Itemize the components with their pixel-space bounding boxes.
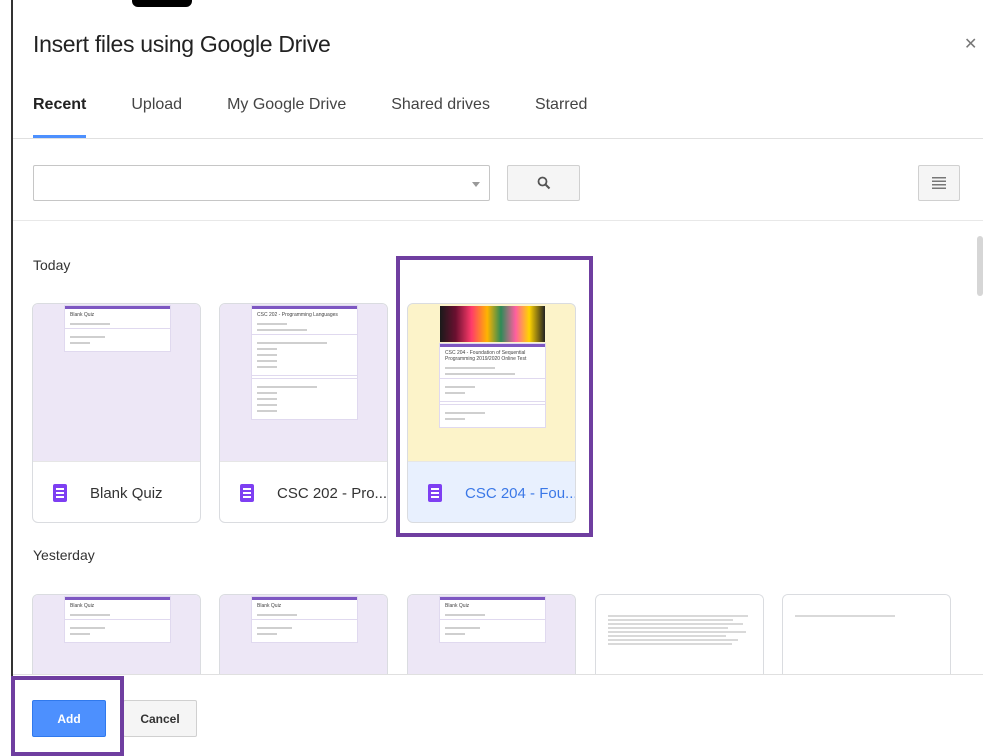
file-thumbnail xyxy=(783,595,950,674)
thumbnail-form-preview: Blank Quiz xyxy=(252,597,357,642)
tab-shared-drives[interactable]: Shared drives xyxy=(391,90,490,138)
file-thumbnail: CSC 204 - Foundation of Sequential Progr… xyxy=(408,304,575,461)
thumbnail-sheet-preview xyxy=(608,613,753,647)
file-card-footer: Blank Quiz xyxy=(33,461,200,522)
search-input[interactable] xyxy=(34,166,464,200)
thumbnail-header-image xyxy=(440,306,545,342)
left-edge-rule xyxy=(11,0,13,756)
file-name: Blank Quiz xyxy=(90,484,163,502)
thumbnail-title: Blank Quiz xyxy=(70,312,95,318)
file-thumbnail: Blank Quiz xyxy=(220,595,387,674)
thumbnail-title: Blank Quiz xyxy=(445,603,470,609)
thumbnail-form-preview: Blank Quiz xyxy=(65,306,170,351)
thumbnail-title: CSC 202 - Programming Languages xyxy=(257,312,338,318)
file-thumbnail xyxy=(596,595,763,674)
section-label-yesterday: Yesterday xyxy=(33,547,95,563)
thumbnail-title: Blank Quiz xyxy=(70,603,95,609)
dialog-title: Insert files using Google Drive xyxy=(33,31,331,57)
tabs-divider xyxy=(13,138,983,139)
search-box xyxy=(33,165,490,201)
tab-bar: Recent Upload My Google Drive Shared dri… xyxy=(33,90,632,138)
tab-starred[interactable]: Starred xyxy=(535,90,587,138)
google-forms-icon xyxy=(240,484,254,502)
thumbnail-form-preview: CSC 204 - Foundation of Sequential Progr… xyxy=(440,344,545,427)
thumbnail-title: CSC 204 - Foundation of Sequential Progr… xyxy=(445,350,527,362)
search-divider xyxy=(13,220,983,221)
file-thumbnail: Blank Quiz xyxy=(33,595,200,674)
add-button[interactable]: Add xyxy=(32,700,106,737)
tab-recent[interactable]: Recent xyxy=(33,90,87,138)
file-card-csc-204[interactable]: CSC 204 - Foundation of Sequential Progr… xyxy=(407,303,576,523)
list-view-button[interactable] xyxy=(918,165,960,201)
search-button[interactable] xyxy=(507,165,580,201)
cancel-button[interactable]: Cancel xyxy=(123,700,197,737)
file-card-yesterday-5[interactable] xyxy=(782,594,951,674)
section-label-today: Today xyxy=(33,257,71,273)
thumbnail-form-preview: Blank Quiz xyxy=(440,597,545,642)
google-forms-icon xyxy=(53,484,67,502)
file-name: CSC 202 - Pro... xyxy=(277,484,387,502)
file-card-yesterday-1[interactable]: Blank Quiz xyxy=(32,594,201,674)
file-name: CSC 204 - Fou... xyxy=(465,484,575,502)
file-card-blank-quiz[interactable]: Blank Quiz Blank Quiz xyxy=(32,303,201,523)
file-card-csc-202[interactable]: CSC 202 - Programming Languages CSC 202 … xyxy=(219,303,388,523)
file-card-yesterday-2[interactable]: Blank Quiz xyxy=(219,594,388,674)
footer-divider xyxy=(13,674,983,675)
search-dropdown-icon[interactable] xyxy=(472,182,480,187)
tab-my-google-drive[interactable]: My Google Drive xyxy=(227,90,346,138)
tab-upload[interactable]: Upload xyxy=(131,90,182,138)
file-card-footer: CSC 202 - Pro... xyxy=(220,461,387,522)
thumbnail-sheet-preview xyxy=(795,613,940,619)
thumbnail-title: Blank Quiz xyxy=(257,603,282,609)
file-card-yesterday-3[interactable]: Blank Quiz xyxy=(407,594,576,674)
list-view-icon xyxy=(932,177,946,189)
thumbnail-form-preview: Blank Quiz xyxy=(65,597,170,642)
google-forms-icon xyxy=(428,484,442,502)
file-thumbnail: Blank Quiz xyxy=(408,595,575,674)
top-cropped-graphic xyxy=(132,0,192,7)
file-thumbnail: CSC 202 - Programming Languages xyxy=(220,304,387,461)
thumbnail-form-preview: CSC 202 - Programming Languages xyxy=(252,306,357,419)
search-icon xyxy=(537,176,550,190)
scrollbar-thumb[interactable] xyxy=(977,236,983,296)
close-icon[interactable]: ✕ xyxy=(964,34,977,54)
file-card-yesterday-4[interactable] xyxy=(595,594,764,674)
file-thumbnail: Blank Quiz xyxy=(33,304,200,461)
file-card-footer: CSC 204 - Fou... xyxy=(408,461,575,522)
